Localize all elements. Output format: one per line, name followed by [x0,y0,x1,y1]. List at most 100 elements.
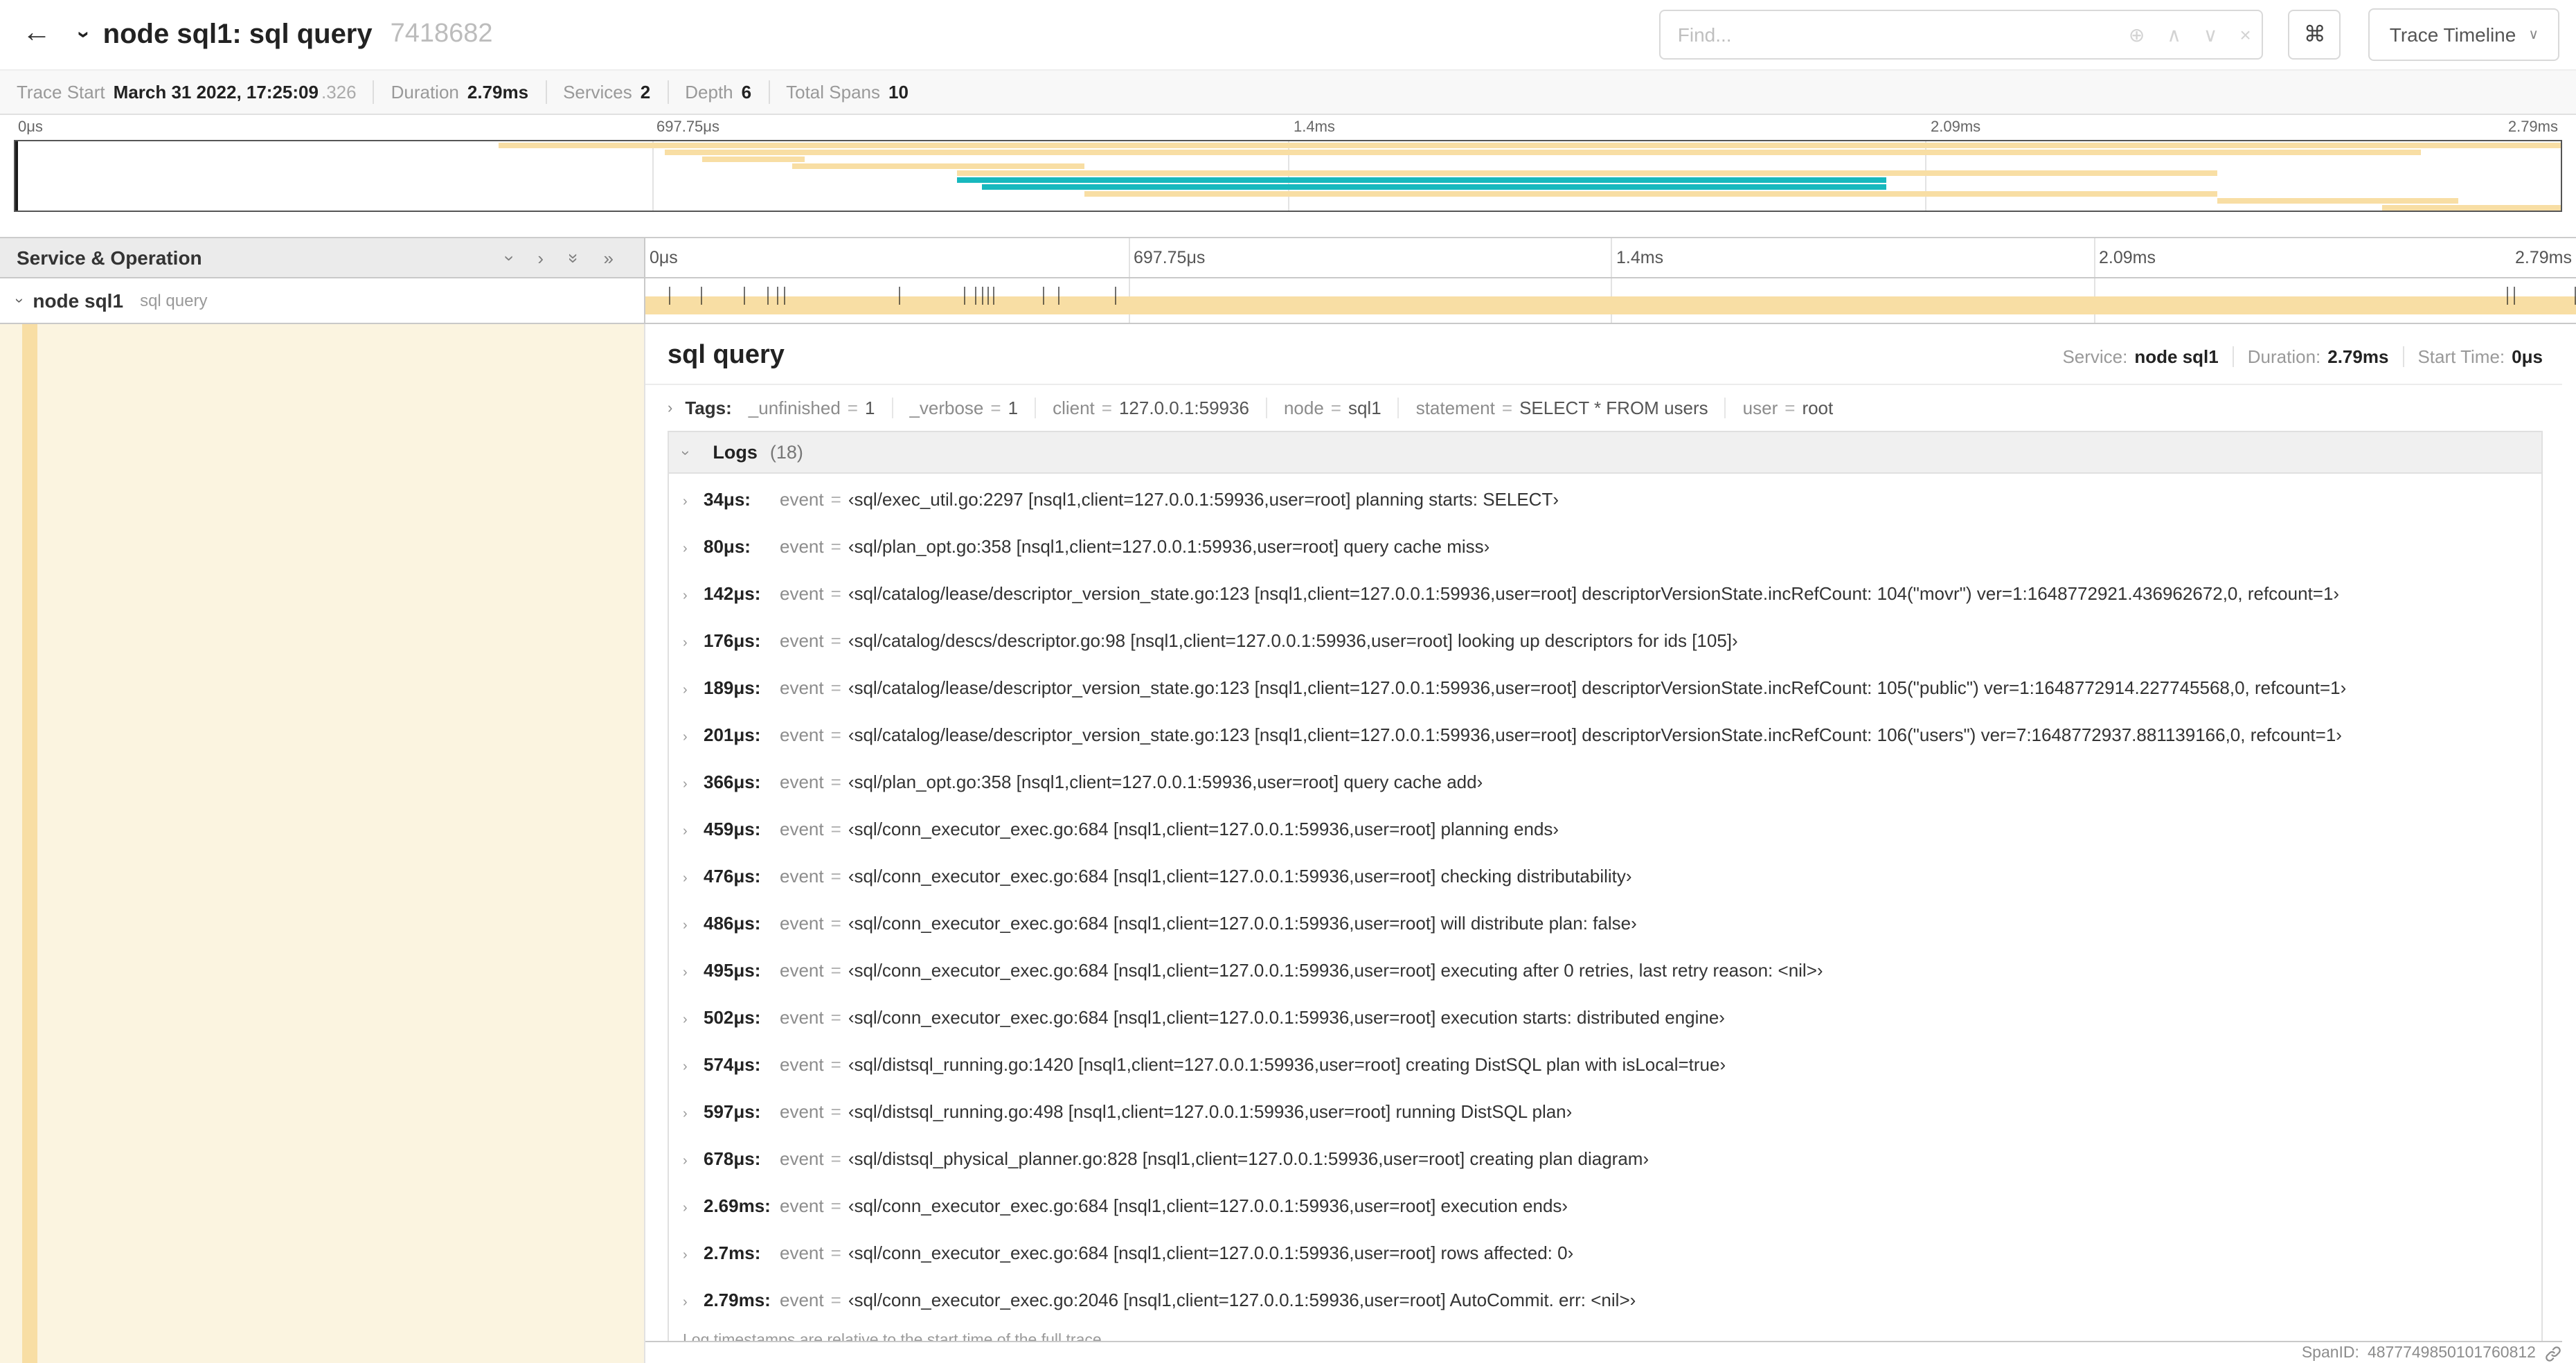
spanid-value: 4877749850101760812 [2367,1345,2536,1362]
minimap-spans [15,141,2561,211]
span-row-name-cell[interactable]: › node sql1 sql query [0,278,645,323]
find-input[interactable] [1661,24,2118,46]
next-result-icon[interactable]: ∨ [2192,23,2229,46]
span-log-tick [2514,287,2516,305]
log-row[interactable]: › 176μs: event = ‹sql/catalog/descs/descript… [669,619,2541,666]
span-detail-title: sql query [668,341,785,370]
log-row[interactable]: › 574μs: event = ‹sql/distsql_running.go:142… [669,1043,2541,1090]
ruler-tick-labels: 0μs 697.75μs 1.4ms 2.09ms 2.79ms [645,238,2576,277]
log-key: event [780,1007,824,1028]
minimap-scrubber[interactable] [15,141,18,211]
summary-item: Duration 2.79ms [373,80,545,104]
collapse-trace-caret-icon[interactable]: › [70,31,95,39]
log-key: event [780,819,824,839]
log-value: ‹sql/catalog/lease/descriptor_version_st… [848,677,2347,698]
tag-value: 127.0.0.1:59936 [1118,398,1249,418]
tag-item: user = root [1724,398,1850,418]
log-key: event [780,772,824,792]
tag-item: _unfinished = 1 [749,398,892,418]
minimap-span [957,170,2217,176]
tag-value: root [1802,398,1834,418]
equals-sign: = [830,1290,841,1310]
span-log-tick [1043,287,1045,305]
log-value: ‹sql/distsql_physical_planner.go:828 [ns… [848,1148,1649,1169]
span-log-tick [784,287,786,305]
chevron-right-icon: › [683,1295,688,1310]
log-timestamp: 597μs: [704,1101,761,1122]
log-value: ‹sql/plan_opt.go:358 [nsql1,client=127.0… [848,536,1490,557]
tag-value: SELECT * FROM users [1519,398,1708,418]
keyboard-shortcuts-button[interactable]: ⌘ [2288,10,2341,60]
log-timestamp: 2.69ms: [704,1195,771,1216]
tag-item: client = 127.0.0.1:59936 [1035,398,1266,418]
log-key: event [780,866,824,887]
span-meta-value: 2.79ms [2327,346,2389,366]
tag-value: 1 [1008,398,1019,418]
span-log-tick [987,287,989,305]
minimap-span [982,184,1886,190]
span-log-tick [992,287,994,305]
collapse-one-icon[interactable]: › [499,255,520,261]
collapse-all-icon[interactable]: » [563,253,584,262]
time-tick-label: 2.09ms [1931,119,1981,136]
chevron-down-icon: › [677,449,694,455]
log-row[interactable]: › 366μs: event = ‹sql/plan_opt.go:358 [nsql1… [669,760,2541,808]
log-row[interactable]: › 2.7ms: event = ‹sql/conn_executor_exec.go:… [669,1231,2541,1279]
expand-all-icon[interactable]: » [604,247,614,268]
log-row[interactable]: › 495μs: event = ‹sql/conn_executor_exec.go:… [669,949,2541,996]
log-row[interactable]: › 189μs: event = ‹sql/catalog/lease/descript… [669,666,2541,713]
span-row-track[interactable] [645,278,2576,323]
span-log-tick [964,287,965,305]
log-value: ‹sql/conn_executor_exec.go:684 [nsql1,cl… [848,913,1637,934]
span-color-stripe [22,324,37,1363]
summary-item: Total Spans 10 [768,80,925,104]
tags-accordian[interactable]: › Tags: _unfinished = 1 _verbose = 1 client = 12… [645,385,2562,427]
minimap-time-axis: 0μs 697.75μs 1.4ms 2.09ms 2.79ms [14,119,2562,140]
back-arrow-icon[interactable]: ← [17,17,62,53]
log-row[interactable]: › 486μs: event = ‹sql/conn_executor_exec.go:… [669,902,2541,949]
log-row[interactable]: › 142μs: event = ‹sql/catalog/lease/descript… [669,572,2541,619]
log-key: event [780,1242,824,1263]
tag-item: statement = SELECT * FROM users [1397,398,1725,418]
log-key: event [780,489,824,510]
span-log-tick [744,287,746,305]
log-row[interactable]: › 476μs: event = ‹sql/conn_executor_exec.go:… [669,855,2541,902]
equals-sign: = [830,724,841,745]
equals-sign: = [830,630,841,651]
log-row[interactable]: › 597μs: event = ‹sql/distsql_running.go:498… [669,1090,2541,1137]
minimap-span [664,150,2421,155]
log-timestamp: 459μs: [704,819,761,839]
log-value: ‹sql/conn_executor_exec.go:2046 [nsql1,c… [848,1290,1636,1310]
minimap-canvas[interactable] [14,140,2562,212]
time-tick-label: 2.79ms [2515,248,2572,267]
trace-view-dropdown[interactable]: Trace Timeline ∨ [2368,8,2559,61]
log-row[interactable]: › 80μs: event = ‹sql/plan_opt.go:358 [nsql1,… [669,525,2541,572]
zoom-icon[interactable]: ⊕ [2118,23,2156,46]
clear-search-icon[interactable]: × [2228,24,2262,46]
log-row[interactable]: › 2.79ms: event = ‹sql/conn_executor_exec.go… [669,1279,2541,1326]
log-key: event [780,583,824,604]
log-value: ‹sql/conn_executor_exec.go:684 [nsql1,cl… [848,866,1632,887]
log-row[interactable]: › 459μs: event = ‹sql/conn_executor_exec.go:… [669,808,2541,855]
timeline-left-header: Service & Operation › › » » [0,238,645,277]
log-row[interactable]: › 2.69ms: event = ‹sql/conn_executor_exec.go… [669,1184,2541,1231]
link-icon[interactable] [2544,1344,2562,1362]
log-timestamp: 574μs: [704,1054,761,1075]
chevron-down-icon[interactable]: › [11,298,28,303]
summary-label: Total Spans [786,82,880,103]
expand-one-icon[interactable]: › [537,247,544,268]
logs-header[interactable]: › Logs (18) [669,432,2541,474]
log-value: ‹sql/exec_util.go:2297 [nsql1,client=127… [848,489,1559,510]
chevron-right-icon: › [683,683,688,698]
log-row[interactable]: › 201μs: event = ‹sql/catalog/lease/descript… [669,713,2541,760]
log-value: ‹sql/catalog/descs/descriptor.go:98 [nsq… [848,630,1738,651]
log-row[interactable]: › 502μs: event = ‹sql/conn_executor_exec.go:… [669,996,2541,1043]
span-log-tick [2574,287,2576,305]
prev-result-icon[interactable]: ∧ [2156,23,2192,46]
equals-sign: = [847,398,858,418]
log-row[interactable]: › 678μs: event = ‹sql/distsql_physical_plann… [669,1137,2541,1184]
equals-sign: = [830,866,841,887]
log-timestamp: 502μs: [704,1007,761,1028]
log-row[interactable]: › 34μs: event = ‹sql/exec_util.go:2297 [nsql… [669,478,2541,525]
summary-label: Services [563,82,632,103]
